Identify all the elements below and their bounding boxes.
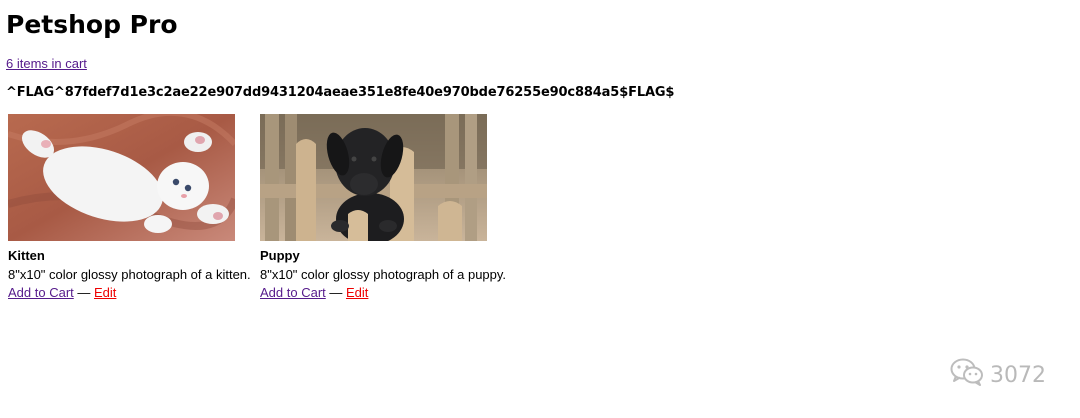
product-description: 8"x10" color glossy photograph of a kitt… — [8, 266, 251, 282]
product-actions: Add to Cart — Edit — [260, 284, 488, 303]
page-title: Petshop Pro — [6, 10, 178, 39]
product-name: Kitten — [8, 248, 45, 263]
add-to-cart-link[interactable]: Add to Cart — [8, 285, 74, 300]
puppy-photo — [260, 114, 487, 241]
action-separator: — — [77, 285, 91, 300]
edit-link[interactable]: Edit — [94, 285, 116, 300]
product-list: Kitten 8"x10" color glossy photograph of… — [8, 114, 507, 303]
product-card-puppy: Puppy 8"x10" color glossy photograph of … — [260, 114, 507, 303]
product-actions: Add to Cart — Edit — [8, 284, 236, 303]
watermark-text: 3072 — [990, 362, 1046, 388]
product-card-kitten: Kitten 8"x10" color glossy photograph of… — [8, 114, 251, 303]
product-name: Puppy — [260, 248, 300, 263]
wechat-icon — [950, 358, 984, 392]
action-separator: — — [329, 285, 343, 300]
watermark: 3072 — [950, 358, 1046, 392]
flag-text: ^FLAG^87fdef7d1e3c2ae22e907dd9431204aeae… — [6, 85, 675, 100]
cart-link[interactable]: 6 items in cart — [6, 56, 87, 72]
kitten-photo — [8, 114, 235, 241]
add-to-cart-link[interactable]: Add to Cart — [260, 285, 326, 300]
edit-link[interactable]: Edit — [346, 285, 368, 300]
page: Petshop Pro 6 items in cart ^FLAG^87fdef… — [0, 0, 1080, 418]
product-description: 8"x10" color glossy photograph of a pupp… — [260, 266, 507, 282]
